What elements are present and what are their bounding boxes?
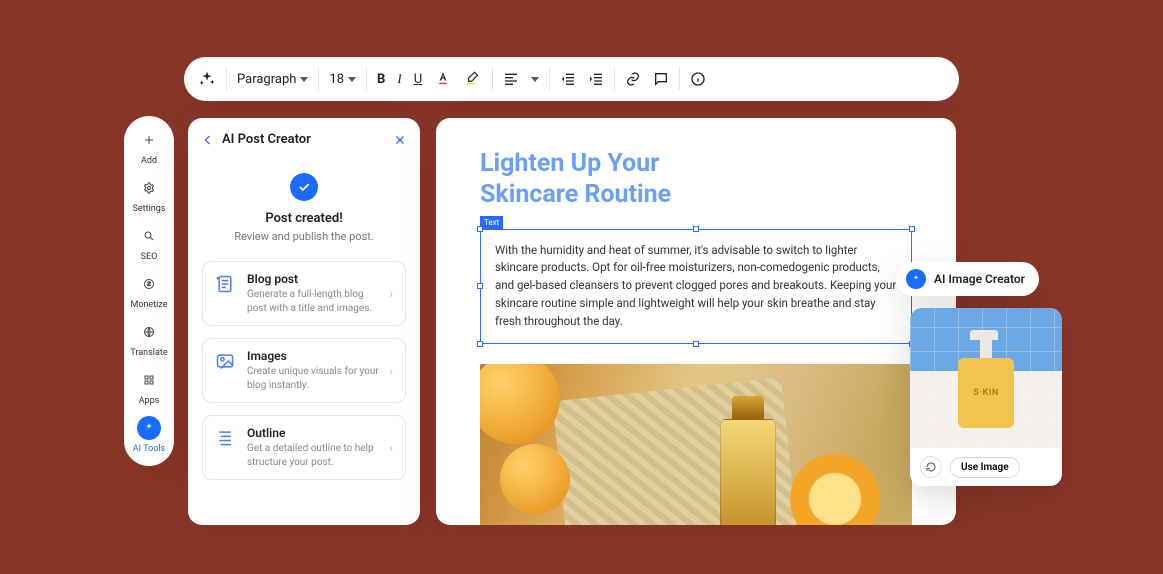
panel-title: AI Post Creator bbox=[222, 132, 386, 147]
images-icon bbox=[215, 349, 237, 375]
resize-handle[interactable] bbox=[477, 341, 483, 347]
post-body-text: With the humidity and heat of summer, it… bbox=[495, 243, 896, 328]
chevron-down-icon bbox=[531, 77, 539, 82]
sidebar-item-label: Apps bbox=[139, 396, 160, 406]
status-title: Post created! bbox=[202, 211, 406, 226]
card-images[interactable]: Images Create unique visuals for your bl… bbox=[202, 338, 406, 403]
card-blog-post[interactable]: Blog post Generate a full-length blog po… bbox=[202, 261, 406, 326]
title-line: Lighten Up Your bbox=[480, 149, 659, 178]
indent-decrease-button[interactable] bbox=[560, 71, 576, 87]
ai-post-creator-panel: AI Post Creator Post created! Review and… bbox=[188, 118, 420, 525]
generated-image-card: S·KIN Use Image bbox=[910, 308, 1062, 486]
card-title: Outline bbox=[247, 426, 379, 440]
resize-handle[interactable] bbox=[909, 226, 915, 232]
plus-icon bbox=[137, 128, 161, 152]
sidebar-item-label: AI Tools bbox=[133, 444, 165, 454]
ai-image-creator-widget: AI Image Creator S·KIN Use Image bbox=[910, 262, 1062, 486]
paragraph-style-select[interactable]: Paragraph bbox=[237, 72, 308, 87]
sidebar-item-seo[interactable]: SEO bbox=[137, 224, 161, 262]
chevron-down-icon bbox=[300, 77, 308, 82]
selected-text-block[interactable]: Text With the humidity and heat of summe… bbox=[480, 229, 912, 344]
bold-button[interactable]: B bbox=[377, 72, 385, 87]
resize-handle[interactable] bbox=[477, 226, 483, 232]
text-color-button[interactable] bbox=[434, 70, 452, 88]
align-button[interactable] bbox=[503, 71, 519, 87]
globe-icon bbox=[137, 320, 161, 344]
resize-handle[interactable] bbox=[693, 226, 699, 232]
link-button[interactable] bbox=[625, 71, 641, 87]
font-size-label: 18 bbox=[329, 72, 344, 87]
sidebar-item-label: SEO bbox=[141, 252, 158, 262]
use-image-button[interactable]: Use Image bbox=[950, 457, 1020, 478]
editor-toolbar: Paragraph 18 B I U bbox=[184, 57, 959, 101]
sparkle-icon bbox=[906, 269, 926, 289]
post-hero-image[interactable] bbox=[480, 364, 912, 525]
card-title: Blog post bbox=[247, 272, 379, 286]
chevron-down-icon bbox=[348, 77, 356, 82]
sidebar-item-ai-tools[interactable]: AI Tools bbox=[133, 416, 165, 454]
left-sidebar: Add Settings SEO Monetize Translate Apps… bbox=[124, 116, 174, 466]
gear-icon bbox=[137, 176, 161, 200]
search-icon bbox=[137, 224, 161, 248]
ai-sparkle-icon[interactable] bbox=[198, 70, 216, 88]
blog-editor[interactable]: Lighten Up Your Skincare Routine Text Wi… bbox=[436, 118, 956, 525]
regenerate-button[interactable] bbox=[920, 456, 942, 478]
chevron-right-icon: › bbox=[389, 364, 393, 378]
selection-type-tag: Text bbox=[480, 216, 503, 230]
sidebar-item-translate[interactable]: Translate bbox=[130, 320, 167, 358]
card-desc: Create unique visuals for your blog inst… bbox=[247, 365, 379, 392]
card-outline[interactable]: Outline Get a detailed outline to help s… bbox=[202, 415, 406, 480]
title-line: Skincare Routine bbox=[480, 180, 671, 209]
apps-icon bbox=[137, 368, 161, 392]
indent-increase-button[interactable] bbox=[588, 71, 604, 87]
sidebar-item-label: Translate bbox=[130, 348, 167, 358]
sidebar-item-settings[interactable]: Settings bbox=[133, 176, 166, 214]
highlight-button[interactable] bbox=[464, 70, 482, 88]
sidebar-item-monetize[interactable]: Monetize bbox=[130, 272, 167, 310]
resize-handle[interactable] bbox=[477, 283, 483, 289]
sparkle-icon bbox=[137, 416, 161, 440]
blog-post-icon bbox=[215, 272, 237, 298]
card-desc: Generate a full-length blog post with a … bbox=[247, 288, 379, 315]
chevron-right-icon: › bbox=[389, 287, 393, 301]
paragraph-style-label: Paragraph bbox=[237, 72, 296, 87]
product-label-text: S·KIN bbox=[958, 358, 1014, 428]
ai-image-creator-label: AI Image Creator bbox=[896, 262, 1039, 296]
widget-label-text: AI Image Creator bbox=[934, 272, 1025, 286]
outline-icon bbox=[215, 426, 237, 452]
back-button[interactable] bbox=[202, 134, 214, 146]
sidebar-item-label: Monetize bbox=[130, 300, 167, 310]
font-size-select[interactable]: 18 bbox=[329, 72, 356, 87]
post-title[interactable]: Lighten Up Your Skincare Routine bbox=[480, 148, 912, 211]
close-button[interactable] bbox=[394, 134, 406, 146]
dollar-icon bbox=[137, 272, 161, 296]
sidebar-item-apps[interactable]: Apps bbox=[137, 368, 161, 406]
sidebar-item-label: Add bbox=[141, 156, 157, 166]
resize-handle[interactable] bbox=[693, 341, 699, 347]
sidebar-item-label: Settings bbox=[133, 204, 166, 214]
chevron-right-icon: › bbox=[389, 441, 393, 455]
status-subtitle: Review and publish the post. bbox=[202, 230, 406, 243]
comment-button[interactable] bbox=[653, 71, 669, 87]
info-button[interactable] bbox=[690, 71, 706, 87]
card-desc: Get a detailed outline to help structure… bbox=[247, 442, 379, 469]
italic-button[interactable]: I bbox=[397, 71, 401, 87]
sidebar-item-add[interactable]: Add bbox=[137, 128, 161, 166]
success-check-icon bbox=[290, 173, 318, 201]
underline-button[interactable]: U bbox=[414, 72, 422, 87]
card-title: Images bbox=[247, 349, 379, 363]
generated-image-preview[interactable]: S·KIN bbox=[910, 308, 1062, 448]
